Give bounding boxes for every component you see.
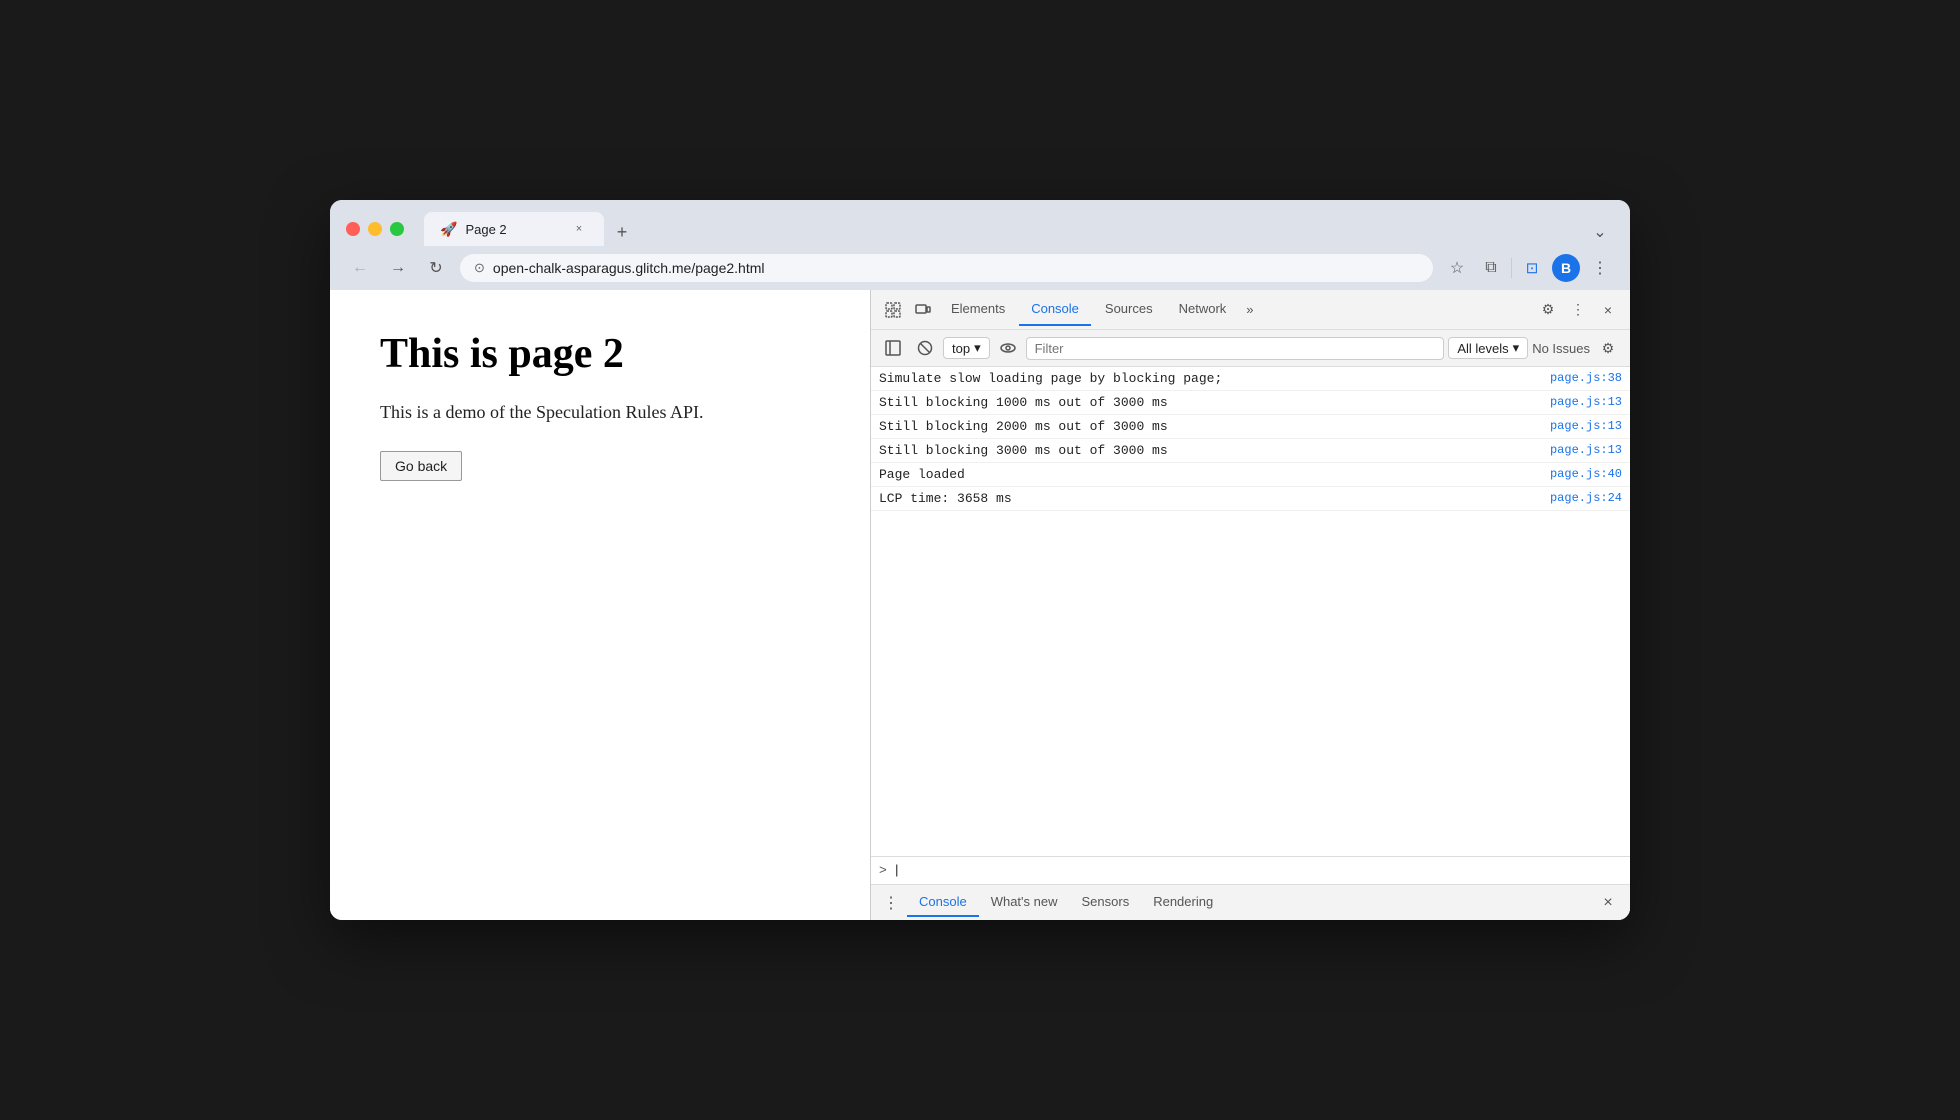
log-message: Page loaded [879,467,1542,482]
reload-button[interactable]: ↻ [422,254,450,282]
log-row: LCP time: 3658 ms page.js:24 [871,487,1630,511]
log-row: Still blocking 1000 ms out of 3000 ms pa… [871,391,1630,415]
more-tabs-button[interactable]: » [1240,298,1259,321]
log-source-link[interactable]: page.js:38 [1550,371,1622,385]
devtools-more-options-icon[interactable]: ⋮ [1564,296,1592,324]
url-text: open-chalk-asparagus.glitch.me/page2.htm… [493,260,1419,276]
console-filter-input[interactable] [1026,337,1445,360]
console-settings-button[interactable]: ⚙ [1594,334,1622,362]
log-source-link[interactable]: page.js:24 [1550,491,1622,505]
levels-arrow-icon: ▾ [1513,340,1520,356]
tab-dropdown-button[interactable]: ⌄ [1586,218,1614,246]
log-row: Page loaded page.js:40 [871,463,1630,487]
cast-button[interactable]: ⊡ [1518,254,1546,282]
log-source-link[interactable]: page.js:13 [1550,419,1622,433]
address-bar: ← → ↻ ⊙ open-chalk-asparagus.glitch.me/p… [330,246,1630,290]
log-source-link[interactable]: page.js:13 [1550,395,1622,409]
main-area: This is page 2 This is a demo of the Spe… [330,290,1630,920]
levels-label: All levels [1457,341,1508,356]
log-source-link[interactable]: page.js:13 [1550,443,1622,457]
address-icons: ☆ ⧉ ⊡ B ⋮ [1443,254,1614,282]
url-bar[interactable]: ⊙ open-chalk-asparagus.glitch.me/page2.h… [460,254,1433,282]
menu-button[interactable]: ⋮ [1586,254,1614,282]
console-clear-button[interactable] [911,334,939,362]
drawer-menu-icon[interactable]: ⋮ [879,889,903,917]
console-log-area: Simulate slow loading page by blocking p… [871,367,1630,856]
drawer-close-button[interactable]: × [1594,889,1622,917]
browser-tab[interactable]: 🚀 Page 2 × [424,212,604,246]
extension-button[interactable]: ⧉ [1477,254,1505,282]
minimize-button[interactable] [368,222,382,236]
console-toolbar: top ▾ All levels ▾ No Issues ⚙ [871,330,1630,367]
title-bar: 🚀 Page 2 × + ⌄ [330,200,1630,246]
tab-close-button[interactable]: × [570,220,588,238]
profile-button[interactable]: B [1552,254,1580,282]
log-source-link[interactable]: page.js:40 [1550,467,1622,481]
console-prompt-symbol: > [879,863,887,878]
console-levels-selector[interactable]: All levels ▾ [1448,337,1528,359]
devtools-settings-icon[interactable]: ⚙ [1534,296,1562,324]
traffic-lights [346,222,404,236]
log-message: Still blocking 3000 ms out of 3000 ms [879,443,1542,458]
log-message: Simulate slow loading page by blocking p… [879,371,1542,386]
maximize-button[interactable] [390,222,404,236]
context-arrow-icon: ▾ [974,340,981,356]
forward-button[interactable]: → [384,254,412,282]
tab-elements[interactable]: Elements [939,293,1017,326]
tab-sources[interactable]: Sources [1093,293,1165,326]
log-message: LCP time: 3658 ms [879,491,1542,506]
url-security-icon: ⊙ [474,260,485,276]
log-row: Still blocking 3000 ms out of 3000 ms pa… [871,439,1630,463]
log-message: Still blocking 1000 ms out of 3000 ms [879,395,1542,410]
new-tab-button[interactable]: + [608,218,636,246]
drawer-tab-rendering[interactable]: Rendering [1141,888,1225,917]
inspect-element-icon[interactable] [879,296,907,324]
browser-window: 🚀 Page 2 × + ⌄ ← → ↻ ⊙ open-chalk-aspara… [330,200,1630,920]
console-sidebar-button[interactable] [879,334,907,362]
tab-network[interactable]: Network [1167,293,1239,326]
no-issues-label: No Issues [1532,341,1590,356]
devtools-panel: Elements Console Sources Network » ⚙ ⋮ × [870,290,1630,920]
device-toggle-icon[interactable] [909,296,937,324]
tab-bar: 🚀 Page 2 × + ⌄ [424,212,1614,246]
console-cursor[interactable]: | [893,863,901,878]
drawer-tabs: ⋮ Console What's new Sensors Rendering × [871,884,1630,920]
devtools-close-icon[interactable]: × [1594,296,1622,324]
page-description: This is a demo of the Speculation Rules … [380,402,820,423]
go-back-button[interactable]: Go back [380,451,462,481]
context-label: top [952,341,970,356]
tab-favicon: 🚀 [440,221,457,238]
bookmark-button[interactable]: ☆ [1443,254,1471,282]
tab-title: Page 2 [465,222,562,237]
drawer-tab-whats-new[interactable]: What's new [979,888,1070,917]
tab-console[interactable]: Console [1019,293,1091,326]
log-row: Simulate slow loading page by blocking p… [871,367,1630,391]
back-button[interactable]: ← [346,254,374,282]
page-content: This is page 2 This is a demo of the Spe… [330,290,870,920]
devtools-tabs: Elements Console Sources Network » ⚙ ⋮ × [871,290,1630,330]
drawer-tab-sensors[interactable]: Sensors [1070,888,1142,917]
drawer-tab-console[interactable]: Console [907,888,979,917]
close-button[interactable] [346,222,360,236]
console-eye-button[interactable] [994,334,1022,362]
console-input-row: > | [871,856,1630,884]
console-context-selector[interactable]: top ▾ [943,337,990,359]
page-heading: This is page 2 [380,330,820,378]
log-message: Still blocking 2000 ms out of 3000 ms [879,419,1542,434]
log-row: Still blocking 2000 ms out of 3000 ms pa… [871,415,1630,439]
